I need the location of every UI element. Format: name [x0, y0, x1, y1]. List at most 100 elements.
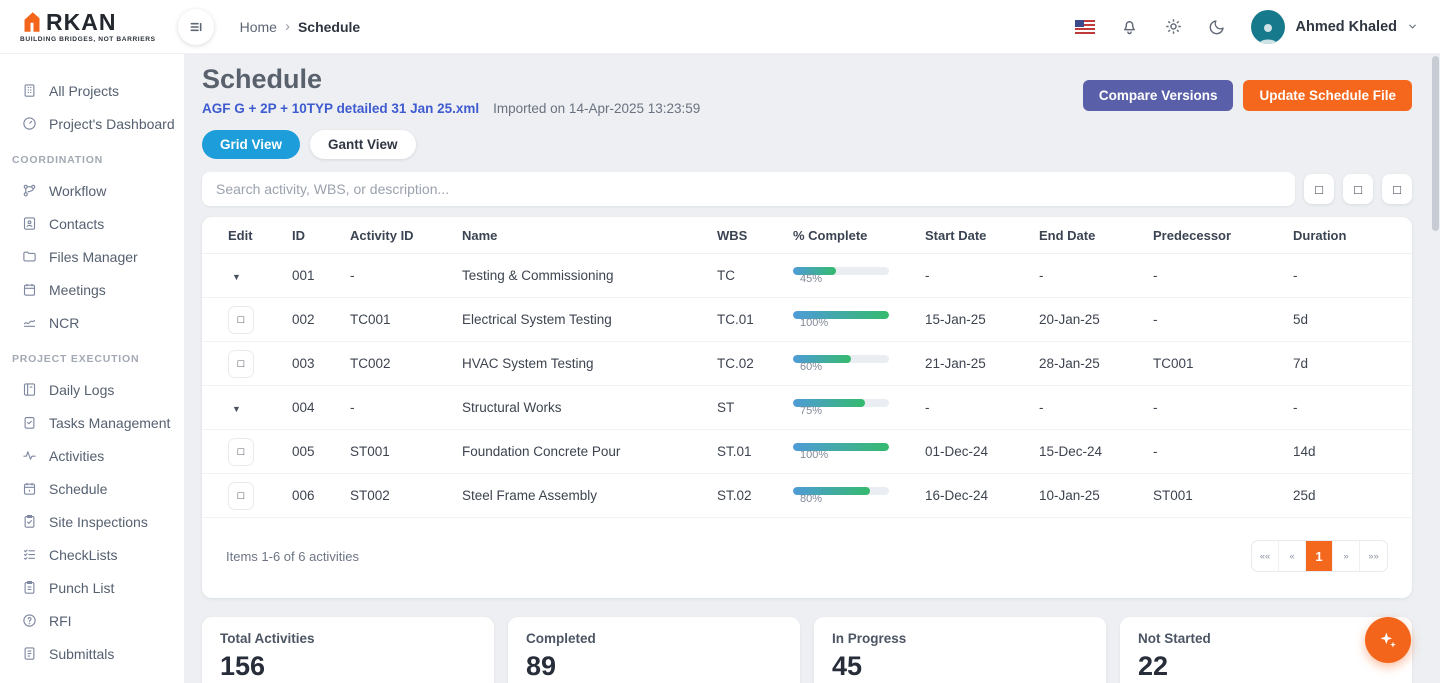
dark-mode-moon-icon[interactable] — [1207, 17, 1227, 37]
stat-card-completed: Completed 89 57% completion rate — [508, 617, 800, 683]
edit-row-button[interactable]: □ — [228, 482, 254, 510]
sidebar-item-meetings[interactable]: Meetings — [0, 273, 184, 306]
cell-activity-id: - — [350, 268, 462, 283]
update-schedule-file-button[interactable]: Update Schedule File — [1243, 80, 1412, 111]
pagination-prev-button[interactable]: « — [1279, 541, 1306, 571]
sidebar-item-rfi[interactable]: RFI — [0, 604, 184, 637]
search-input[interactable] — [202, 172, 1295, 206]
progress-label: 60% — [800, 361, 895, 373]
sidebar-section-coordination: COORDINATION — [0, 140, 184, 174]
sidebar-item-label: Workflow — [49, 183, 106, 199]
sidebar-item-punch-list[interactable]: Punch List — [0, 571, 184, 604]
stat-label: Not Started — [1138, 631, 1394, 646]
cell-activity-id: - — [350, 400, 462, 415]
cell-name: Foundation Concrete Pour — [462, 444, 717, 459]
pagination-next-button[interactable]: » — [1333, 541, 1360, 571]
progress-label: 80% — [800, 493, 895, 505]
expand-caret-icon[interactable]: ▼ — [228, 272, 241, 282]
sidebar-item-label: Files Manager — [49, 249, 138, 265]
cell-id: 004 — [292, 400, 350, 415]
notifications-bell-icon[interactable] — [1119, 17, 1139, 37]
sidebar-item-tasks-management[interactable]: Tasks Management — [0, 406, 184, 439]
ncr-icon — [22, 315, 37, 330]
column-header-name: Name — [462, 228, 717, 243]
column-header-id: ID — [292, 228, 350, 243]
user-menu[interactable]: Ahmed Khaled — [1251, 10, 1418, 44]
edit-row-button[interactable]: □ — [228, 306, 254, 334]
punch-list-icon — [22, 580, 37, 595]
contacts-icon — [22, 216, 37, 231]
cell-duration: 7d — [1293, 356, 1402, 371]
user-name: Ahmed Khaled — [1295, 19, 1397, 35]
menu-icon — [188, 19, 204, 35]
table-tool-button-2[interactable]: □ — [1343, 174, 1373, 204]
cell-activity-id: TC002 — [350, 356, 462, 371]
column-header-duration: Duration — [1293, 228, 1402, 243]
table-row: □ 005 ST001 Foundation Concrete Pour ST.… — [202, 430, 1412, 474]
breadcrumb-current: Schedule — [298, 19, 360, 35]
user-avatar — [1251, 10, 1285, 44]
cell-activity-id: TC001 — [350, 312, 462, 327]
cell-progress: 75% — [793, 399, 925, 417]
grid-view-tab[interactable]: Grid View — [202, 130, 300, 159]
table-row: □ 006 ST002 Steel Frame Assembly ST.02 8… — [202, 474, 1412, 518]
sidebar-item-workflow[interactable]: Workflow — [0, 174, 184, 207]
sidebar-item-label: Submittals — [49, 646, 114, 662]
sidebar-item-schedule[interactable]: Schedule — [0, 472, 184, 505]
schedule-table-card: Edit ID Activity ID Name WBS % Complete … — [202, 217, 1412, 598]
cell-start-date: 01-Dec-24 — [925, 444, 1039, 459]
journal-icon — [22, 382, 37, 397]
sidebar-item-files-manager[interactable]: Files Manager — [0, 240, 184, 273]
breadcrumb-home-link[interactable]: Home — [240, 19, 277, 35]
workflow-icon — [22, 183, 37, 198]
edit-row-button[interactable]: □ — [228, 350, 254, 378]
schedule-file-link[interactable]: AGF G + 2P + 10TYP detailed 31 Jan 25.xm… — [202, 101, 479, 116]
column-header-wbs: WBS — [717, 228, 793, 243]
sidebar-item-label: All Projects — [49, 83, 119, 99]
cell-end-date: 10-Jan-25 — [1039, 488, 1153, 503]
sidebar-item-label: Contacts — [49, 216, 104, 232]
settings-gear-icon[interactable] — [1163, 17, 1183, 37]
sidebar-item-checklists[interactable]: CheckLists — [0, 538, 184, 571]
breadcrumb-separator: › — [285, 18, 290, 35]
pagination-page-1[interactable]: 1 — [1306, 541, 1333, 571]
brand-logo: RKAN BUILDING BRIDGES, NOT BARRIERS — [20, 10, 156, 44]
table-tool-button-3[interactable]: □ — [1382, 174, 1412, 204]
cell-name: HVAC System Testing — [462, 356, 717, 371]
sidebar-item-activities[interactable]: Activities — [0, 439, 184, 472]
gantt-view-tab[interactable]: Gantt View — [310, 130, 416, 159]
sidebar-item-all-projects[interactable]: All Projects — [0, 74, 184, 107]
table-tool-button-1[interactable]: □ — [1304, 174, 1334, 204]
pagination-first-button[interactable]: «« — [1252, 541, 1279, 571]
cell-duration: - — [1293, 400, 1402, 415]
progress-label: 100% — [800, 449, 895, 461]
sidebar: All Projects Project's Dashboard COORDIN… — [0, 54, 184, 683]
cell-progress: 60% — [793, 355, 925, 373]
cell-progress: 100% — [793, 443, 925, 461]
cell-id: 006 — [292, 488, 350, 503]
main-content: Schedule AGF G + 2P + 10TYP detailed 31 … — [184, 54, 1440, 683]
sidebar-item-daily-logs[interactable]: Daily Logs — [0, 373, 184, 406]
cell-name: Structural Works — [462, 400, 717, 415]
breadcrumb: Home › Schedule — [240, 18, 361, 35]
table-row: □ 003 TC002 HVAC System Testing TC.02 60… — [202, 342, 1412, 386]
sidebar-item-project-dashboard[interactable]: Project's Dashboard — [0, 107, 184, 140]
cell-duration: 14d — [1293, 444, 1402, 459]
compare-versions-button[interactable]: Compare Versions — [1083, 80, 1234, 111]
cell-duration: - — [1293, 268, 1402, 283]
ai-assistant-fab[interactable] — [1365, 617, 1411, 663]
edit-row-button[interactable]: □ — [228, 438, 254, 466]
language-flag-icon[interactable] — [1075, 17, 1095, 37]
chevron-down-icon — [1407, 21, 1418, 32]
pagination-last-button[interactable]: »» — [1360, 541, 1387, 571]
expand-caret-icon[interactable]: ▼ — [228, 404, 241, 414]
sidebar-item-submittals[interactable]: Submittals — [0, 637, 184, 670]
sidebar-toggle-button[interactable] — [178, 9, 214, 45]
sidebar-item-site-inspections[interactable]: Site Inspections — [0, 505, 184, 538]
sidebar-item-contacts[interactable]: Contacts — [0, 207, 184, 240]
sidebar-item-ncr[interactable]: NCR — [0, 306, 184, 339]
cell-progress: 45% — [793, 267, 925, 285]
page-scrollbar[interactable] — [1432, 56, 1439, 683]
scrollbar-thumb[interactable] — [1432, 56, 1439, 231]
cell-start-date: 15-Jan-25 — [925, 312, 1039, 327]
